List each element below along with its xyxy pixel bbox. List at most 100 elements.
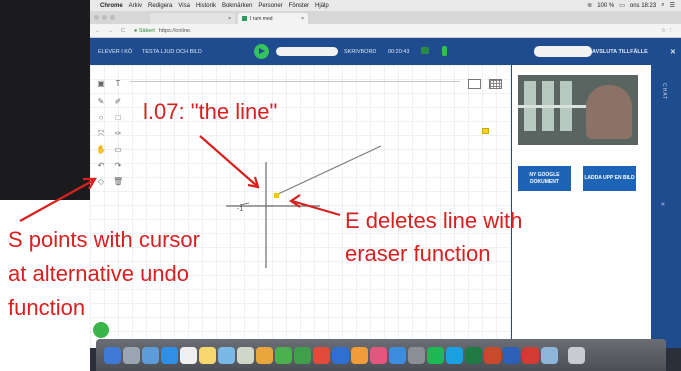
bookmark-star-icon[interactable]: ☆ ⋮ — [661, 28, 673, 34]
skype-icon[interactable] — [446, 346, 463, 364]
video-feed — [518, 75, 638, 145]
finder-icon[interactable] — [104, 346, 121, 364]
calendar-icon[interactable] — [180, 346, 197, 364]
ibooks-icon[interactable] — [351, 346, 368, 364]
annotation-title: l.07: "the line" — [143, 99, 278, 124]
app-store-icon[interactable] — [389, 346, 406, 364]
powerpoint-icon[interactable] — [484, 346, 501, 364]
blurred-name — [276, 47, 338, 56]
session-timer: 00:20:43 — [388, 49, 410, 55]
annotation-left-2: at alternative undo — [8, 261, 190, 286]
trash-bin-icon[interactable] — [568, 346, 585, 364]
chat-label: CHAT — [661, 83, 667, 101]
menubar-clock[interactable]: ons 18:23 — [630, 3, 656, 9]
menu-fonster[interactable]: Fönster — [289, 3, 309, 9]
upload-image-button[interactable]: LADDA UPP EN BILD — [583, 166, 636, 191]
browser-tabbar: × I rum med × — [90, 11, 681, 24]
chrome-icon[interactable] — [313, 346, 330, 364]
video-person — [586, 85, 632, 139]
tab-close-icon[interactable]: × — [301, 16, 304, 22]
image-tool-icon[interactable]: ▭ — [113, 145, 123, 155]
annotation-left-3: function — [8, 295, 86, 320]
video-shelf — [518, 105, 588, 108]
select-tool-icon[interactable]: ▣ — [96, 79, 106, 89]
menu-chrome[interactable]: Chrome — [100, 3, 123, 9]
pencil-tool-icon[interactable]: ✐ — [113, 97, 123, 107]
blank-page-icon[interactable] — [468, 79, 481, 89]
eraser-tool-icon[interactable]: ◇ — [96, 177, 106, 187]
search-icon[interactable]: ⌕ — [661, 2, 664, 9]
url-field[interactable]: https://online. — [159, 28, 192, 34]
secure-label: ● Säkert — [134, 27, 155, 34]
play-button[interactable] — [254, 44, 269, 59]
window-controls — [94, 15, 115, 20]
app-icon[interactable] — [522, 346, 539, 364]
hand-tool-icon[interactable]: ✋ — [96, 145, 106, 155]
battery-icon[interactable]: ▭ — [619, 2, 625, 9]
nav-buttons-icon[interactable]: ← → C — [95, 28, 128, 34]
menu-bokmarken[interactable]: Bokmärken — [222, 3, 252, 9]
new-google-doc-button[interactable]: NY GOOGLE DOKUMENT — [518, 166, 571, 191]
redo-tool-icon[interactable]: ↷ — [113, 161, 123, 171]
text-tool-icon[interactable]: T — [113, 79, 123, 89]
list-icon[interactable]: ☰ — [670, 2, 675, 9]
students-queue-link[interactable]: ELEVER I KÖ — [98, 49, 132, 55]
undo-tool-icon[interactable]: ↶ — [96, 161, 106, 171]
browser-tab-1[interactable]: × — [150, 13, 235, 24]
annotation-left-1: S points with cursor — [8, 227, 200, 252]
blurred-user — [534, 46, 592, 57]
eraser-pen-tool-icon[interactable]: ✑ — [113, 129, 123, 139]
word-icon[interactable] — [503, 346, 520, 364]
chevron-left-icon[interactable]: « — [661, 201, 665, 208]
trash-icon[interactable]: 🗑 — [113, 177, 123, 187]
camera-icon[interactable] — [421, 47, 429, 54]
reminders-icon[interactable] — [218, 346, 235, 364]
messages-icon[interactable] — [275, 346, 292, 364]
browser-tab-active[interactable]: I rum med × — [238, 13, 308, 24]
test-audio-video-link[interactable]: TESTA LJUD OCH BILD — [142, 49, 202, 55]
minimize-window-button[interactable] — [102, 15, 107, 20]
system-preferences-icon[interactable] — [408, 346, 425, 364]
menu-visa[interactable]: Visa — [178, 3, 190, 9]
facetime-icon[interactable] — [294, 346, 311, 364]
favicon-icon — [242, 16, 247, 21]
macos-dock — [96, 339, 666, 371]
menu-personer[interactable]: Personer — [258, 3, 282, 9]
status-dot — [93, 322, 109, 338]
launchpad-icon[interactable] — [123, 346, 140, 364]
pen-tool-icon[interactable]: ✎ — [96, 97, 106, 107]
zoom-window-button[interactable] — [110, 15, 115, 20]
quicktime-icon[interactable] — [332, 346, 349, 364]
photos-app-icon[interactable] — [256, 346, 273, 364]
grid-page-icon[interactable] — [489, 79, 502, 89]
menu-redigera[interactable]: Redigera — [148, 3, 172, 9]
notes-icon[interactable] — [199, 346, 216, 364]
app-header: ELEVER I KÖ TESTA LJUD OCH BILD SKRIVBOR… — [90, 38, 681, 65]
close-window-button[interactable] — [94, 15, 99, 20]
photos-icon[interactable] — [142, 346, 159, 364]
preview-icon[interactable] — [541, 346, 558, 364]
menu-hjalp[interactable]: Hjälp — [315, 3, 329, 9]
maps-icon[interactable] — [237, 346, 254, 364]
excel-icon[interactable] — [465, 346, 482, 364]
spotify-icon[interactable] — [427, 346, 444, 364]
macos-menubar: Chrome Arkiv Redigera Visa Historik Bokm… — [90, 0, 681, 11]
writeboard-link[interactable]: SKRIVBORD — [344, 49, 376, 55]
tab-close-icon[interactable]: × — [228, 16, 231, 22]
board-divider — [130, 81, 460, 82]
microphone-icon[interactable] — [442, 46, 447, 56]
chat-sidebar[interactable]: CHAT « — [651, 65, 681, 348]
annotation-right-2: eraser function — [345, 241, 491, 266]
close-icon[interactable]: ✕ — [670, 48, 676, 56]
itunes-icon[interactable] — [370, 346, 387, 364]
sticky-note-icon[interactable] — [482, 128, 489, 134]
rectangle-tool-icon[interactable]: □ — [113, 113, 123, 123]
wifi-icon[interactable]: ≋ — [587, 2, 592, 9]
resize-tool-icon[interactable]: ⤧ — [96, 129, 106, 139]
menu-historik[interactable]: Historik — [196, 3, 216, 9]
safari-icon[interactable] — [161, 346, 178, 364]
board-view-icons — [468, 79, 502, 89]
menu-arkiv[interactable]: Arkiv — [129, 3, 142, 9]
end-session-button[interactable]: AVSLUTA TILLFÄLLE — [592, 49, 648, 55]
circle-tool-icon[interactable]: ○ — [96, 113, 106, 123]
